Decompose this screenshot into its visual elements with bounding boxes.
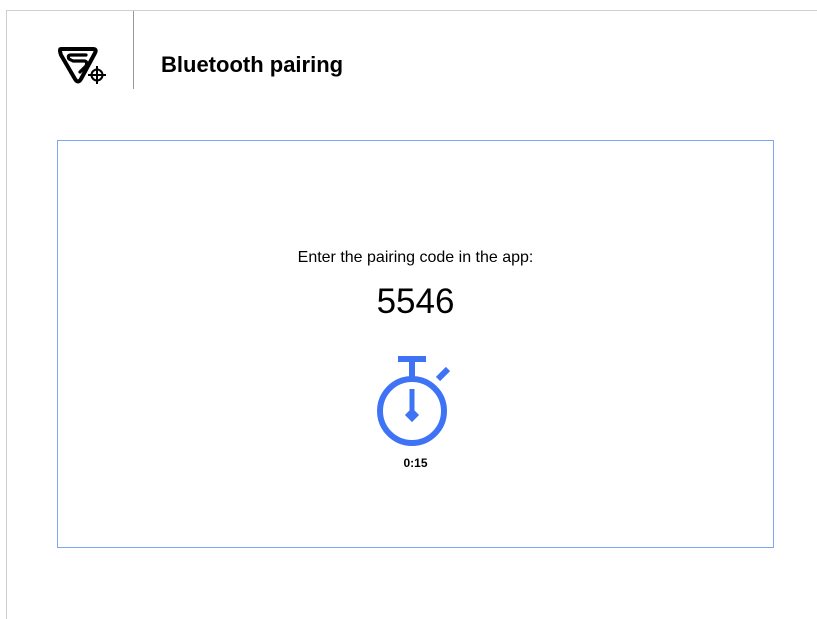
pairing-code: 5546 (376, 282, 455, 321)
countdown-timer: 0:15 (403, 456, 428, 470)
stopwatch-icon (377, 356, 451, 446)
pairing-instruction: Enter the pairing code in the app: (297, 249, 534, 266)
app-window: Bluetooth pairing Enter the pairing code… (6, 10, 817, 619)
header: Bluetooth pairing (7, 11, 817, 89)
page-title: Bluetooth pairing (161, 52, 344, 77)
brand-logo-icon (58, 47, 106, 84)
pairing-panel: Enter the pairing code in the app: 5546 … (57, 140, 774, 548)
header-divider (133, 11, 134, 89)
